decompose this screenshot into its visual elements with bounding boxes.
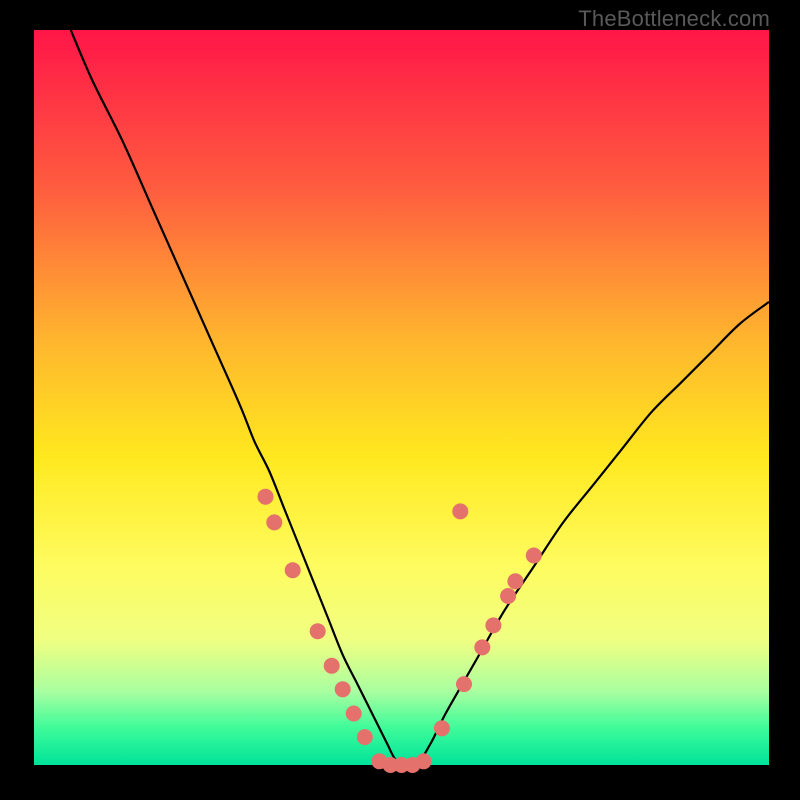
chart-frame: TheBottleneck.com [0,0,800,800]
plot-area [34,30,769,765]
curve-marker [346,706,362,722]
curve-marker [266,514,282,530]
curve-marker [434,720,450,736]
curve-marker [456,676,472,692]
curve-marker [507,573,523,589]
curve-marker [335,681,351,697]
watermark-text: TheBottleneck.com [578,6,770,32]
bottleneck-curve-svg [34,30,769,765]
curve-marker [526,548,542,564]
curve-marker [285,562,301,578]
bottleneck-curve-path [71,30,769,767]
curve-marker [324,658,340,674]
curve-marker [357,729,373,745]
curve-marker [416,753,432,769]
curve-marker [500,588,516,604]
curve-marker [474,639,490,655]
curve-marker [258,489,274,505]
curve-markers-group [258,489,542,773]
curve-marker [485,617,501,633]
curve-marker [310,623,326,639]
curve-marker [452,503,468,519]
